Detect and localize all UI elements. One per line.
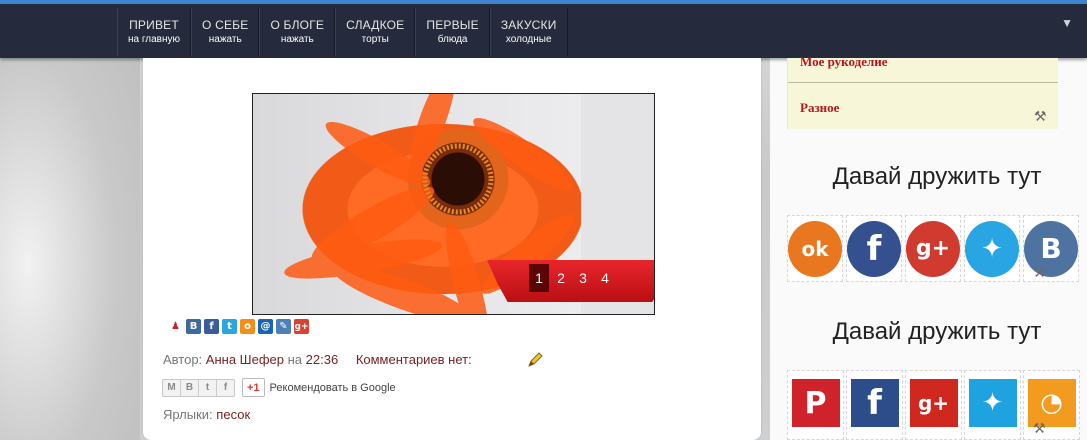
author-prefix: Автор: <box>163 352 203 367</box>
divider <box>788 82 1058 83</box>
nav-item-title: СЛАДКОЕ <box>346 18 405 32</box>
google-plus-one-button[interactable]: +1 <box>242 378 265 397</box>
mailru-icon[interactable]: @ <box>258 319 273 334</box>
share-person-icon[interactable]: ♟ <box>168 319 183 334</box>
nav-item-subtitle: холодные <box>505 34 552 45</box>
category-link[interactable]: Мое рукоделие <box>800 54 888 70</box>
nav-item-subtitle: на главную <box>128 34 181 45</box>
top-navigation-bar: ПРИВЕТ на главную О СЕБЕ нажать О БЛОГЕ … <box>0 0 1087 58</box>
email-share-button[interactable]: M <box>163 379 181 396</box>
nav-item-o-sebe[interactable]: О СЕБЕ нажать <box>191 8 260 56</box>
nav-item-pervye[interactable]: ПЕРВЫЕ блюда <box>415 8 490 56</box>
livejournal-icon[interactable]: ✎ <box>276 319 291 334</box>
slider-pager <box>487 260 654 302</box>
nav-item-subtitle: нажать <box>280 34 314 45</box>
edit-tools-icon[interactable]: ⚒ <box>1033 264 1046 281</box>
googleplus-icon[interactable]: g+ <box>906 220 960 277</box>
social-cell: ok <box>787 215 843 282</box>
main-nav: ПРИВЕТ на главную О СЕБЕ нажать О БЛОГЕ … <box>117 8 568 58</box>
social-cell: P <box>787 370 844 440</box>
author-link[interactable]: Анна Шефер <box>206 352 284 367</box>
share-buttons: ♟ B f t o @ ✎ g+ <box>168 319 309 334</box>
nav-item-title: О СЕБЕ <box>202 18 249 32</box>
nav-item-subtitle: нажать <box>208 34 242 45</box>
social-cell: ✦ <box>964 215 1020 282</box>
categories-box: Мое рукоделие Разное ⚒ <box>787 54 1058 129</box>
social-cell: f <box>846 215 902 282</box>
twitter-icon[interactable]: t <box>222 319 237 334</box>
social-cell: g+ <box>905 370 962 440</box>
nav-item-title: ПЕРВЫЕ <box>426 18 479 32</box>
googleplus-icon[interactable]: g+ <box>909 379 958 427</box>
twitter-icon[interactable]: ✦ <box>968 379 1017 427</box>
social-cell: g+ <box>905 215 961 282</box>
twitter-icon[interactable]: ✦ <box>965 220 1019 277</box>
post-card: 1 2 3 4 ♟ B f t o @ ✎ g+ Автор: Анна Шеф… <box>143 58 761 440</box>
widget-title: Давай дружить тут <box>832 163 1042 190</box>
odnoklassniki-icon[interactable]: o <box>240 319 255 334</box>
edit-tools-icon[interactable]: ⚒ <box>1033 420 1046 437</box>
social-cell: ✦ <box>964 370 1021 440</box>
share-button-row: M B t f +1 Рекомендовать в Google <box>162 378 396 397</box>
edit-pencil-icon[interactable] <box>526 351 544 369</box>
edit-tools-icon[interactable]: ⚒ <box>1034 108 1047 125</box>
pinterest-icon[interactable]: P <box>791 379 840 427</box>
social-cell: ◔ <box>1023 370 1080 440</box>
slider-page-4[interactable]: 4 <box>595 264 615 292</box>
time-prefix: на <box>287 352 303 367</box>
labels-prefix: Ярлыки: <box>163 407 213 422</box>
dropdown-arrow-icon[interactable]: ▼ <box>1061 16 1073 30</box>
nav-item-sladkoe[interactable]: СЛАДКОЕ торты <box>335 8 416 56</box>
nav-item-o-bloge[interactable]: О БЛОГЕ нажать <box>259 8 336 56</box>
twitter-share-button[interactable]: t <box>199 379 217 396</box>
nav-item-privet[interactable]: ПРИВЕТ на главную <box>117 8 192 56</box>
post-time-link[interactable]: 22:36 <box>306 352 339 367</box>
label-link[interactable]: песок <box>216 407 250 422</box>
page-background <box>0 0 140 440</box>
mini-share-group: M B t f <box>162 378 235 397</box>
slider-page-3[interactable]: 3 <box>573 264 593 292</box>
social-cell: f <box>846 370 903 440</box>
post-meta: Автор: Анна Шефер на 22:36 Комментариев … <box>163 352 472 367</box>
recommend-google-text: Рекомендовать в Google <box>269 381 396 394</box>
vk-icon[interactable]: B <box>186 319 201 334</box>
facebook-icon[interactable]: f <box>847 220 901 277</box>
image-slider[interactable]: 1 2 3 4 <box>252 93 655 315</box>
facebook-icon[interactable]: f <box>204 319 219 334</box>
post-labels: Ярлыки: песок <box>163 407 250 422</box>
facebook-share-button[interactable]: f <box>217 379 234 396</box>
nav-item-title: ПРИВЕТ <box>129 18 179 32</box>
facebook-icon[interactable]: f <box>850 379 899 427</box>
nav-item-zakuski[interactable]: ЗАКУСКИ холодные <box>489 8 568 56</box>
nav-item-subtitle: торты <box>361 34 389 45</box>
nav-item-title: ЗАКУСКИ <box>500 18 557 32</box>
widget-title: Давай дружить тут <box>832 318 1042 345</box>
blogger-share-button[interactable]: B <box>181 379 199 396</box>
odnoklassniki-icon[interactable]: ok <box>788 220 842 277</box>
nav-item-title: О БЛОГЕ <box>270 18 325 32</box>
comments-link[interactable]: Комментариев нет: <box>356 352 472 367</box>
category-link[interactable]: Разное <box>800 100 839 116</box>
googleplus-icon[interactable]: g+ <box>294 319 309 334</box>
slider-page-1[interactable]: 1 <box>529 264 549 292</box>
social-cell: B <box>1023 215 1079 282</box>
nav-item-subtitle: блюда <box>437 34 468 45</box>
slider-page-2[interactable]: 2 <box>551 264 571 292</box>
